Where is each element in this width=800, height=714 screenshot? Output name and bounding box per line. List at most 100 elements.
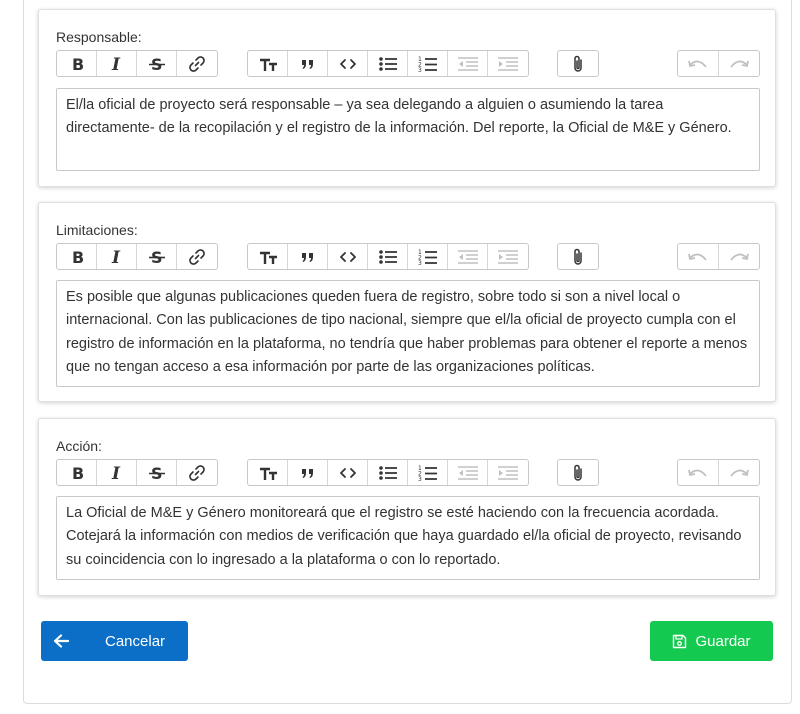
cancel-button[interactable]: Cancelar xyxy=(41,621,188,661)
increase-indent-button[interactable] xyxy=(488,51,528,76)
decrease-indent-button[interactable] xyxy=(448,51,488,76)
bullet-list-button[interactable] xyxy=(368,244,408,269)
attach-button[interactable] xyxy=(558,460,598,485)
increase-indent-icon xyxy=(498,249,518,264)
redo-icon xyxy=(730,60,749,68)
undo-button[interactable] xyxy=(678,244,719,269)
increase-indent-button[interactable] xyxy=(488,460,528,485)
link-icon xyxy=(189,55,205,72)
bullet-list-icon xyxy=(378,249,397,264)
code-icon xyxy=(339,58,356,69)
svg-text:I: I xyxy=(111,56,121,72)
link-icon xyxy=(189,464,205,481)
bold-button[interactable]: B xyxy=(57,460,97,485)
redo-icon xyxy=(730,469,749,477)
undo-icon xyxy=(687,469,707,477)
code-button[interactable] xyxy=(328,51,368,76)
italic-button[interactable]: I xyxy=(97,51,137,76)
quote-button[interactable] xyxy=(288,244,328,269)
svg-text:3: 3 xyxy=(418,67,422,73)
increase-indent-icon xyxy=(498,465,518,480)
rich-text-editor[interactable]: Es posible que algunas publicaciones que… xyxy=(56,280,760,387)
attach-icon xyxy=(574,464,582,481)
bullet-list-button[interactable] xyxy=(368,460,408,485)
redo-button[interactable] xyxy=(719,460,760,485)
attach-icon xyxy=(574,248,582,265)
heading-button[interactable] xyxy=(248,460,288,485)
rich-text-editor[interactable]: El/la oficial de proyecto será responsab… xyxy=(56,88,760,171)
code-icon xyxy=(339,251,356,262)
redo-button[interactable] xyxy=(719,51,760,76)
decrease-indent-button[interactable] xyxy=(448,244,488,269)
bullet-list-icon xyxy=(378,465,397,480)
quote-icon xyxy=(301,468,313,478)
bold-button[interactable]: B xyxy=(57,51,97,76)
bullet-list-button[interactable] xyxy=(368,51,408,76)
section-limitaciones: Limitaciones: B I S 123 Es posible que a… xyxy=(38,202,776,402)
undo-button[interactable] xyxy=(678,460,719,485)
italic-icon: I xyxy=(111,56,121,72)
svg-text:B: B xyxy=(72,249,84,265)
italic-icon: I xyxy=(111,249,121,265)
heading-icon xyxy=(259,251,277,264)
undo-button[interactable] xyxy=(678,51,719,76)
decrease-indent-button[interactable] xyxy=(448,460,488,485)
strikethrough-button[interactable]: S xyxy=(137,244,177,269)
quote-button[interactable] xyxy=(288,51,328,76)
undo-icon xyxy=(687,253,707,261)
increase-indent-button[interactable] xyxy=(488,244,528,269)
redo-button[interactable] xyxy=(719,244,760,269)
italic-button[interactable]: I xyxy=(97,244,137,269)
field-label: Responsable: xyxy=(56,29,142,45)
attach-button[interactable] xyxy=(558,244,598,269)
italic-button[interactable]: I xyxy=(97,460,137,485)
numbered-list-icon: 123 xyxy=(418,56,437,73)
strikethrough-icon: S xyxy=(148,465,165,481)
strikethrough-button[interactable]: S xyxy=(137,460,177,485)
heading-icon xyxy=(259,58,277,71)
floppy-disk-icon xyxy=(672,634,687,649)
redo-icon xyxy=(730,253,749,261)
quote-icon xyxy=(301,252,313,262)
bold-icon: B xyxy=(72,465,84,481)
code-button[interactable] xyxy=(328,460,368,485)
decrease-indent-icon xyxy=(457,249,478,264)
bold-icon: B xyxy=(72,56,84,72)
code-button[interactable] xyxy=(328,244,368,269)
section-accion: Acción: B I S 123 La Oficial de M&E y Gé… xyxy=(38,418,776,596)
section-responsable: Responsable: B I S 123 El/la oficial de … xyxy=(38,9,776,187)
heading-button[interactable] xyxy=(248,244,288,269)
heading-icon xyxy=(259,467,277,480)
rich-text-editor[interactable]: La Oficial de M&E y Género monitoreará q… xyxy=(56,496,760,580)
link-icon xyxy=(189,248,205,265)
numbered-list-button[interactable]: 123 xyxy=(408,460,448,485)
svg-text:B: B xyxy=(72,56,84,72)
decrease-indent-icon xyxy=(457,56,478,71)
svg-text:B: B xyxy=(72,465,84,481)
svg-text:I: I xyxy=(111,249,121,265)
numbered-list-button[interactable]: 123 xyxy=(408,244,448,269)
save-label: Guardar xyxy=(695,632,751,650)
numbered-list-button[interactable]: 123 xyxy=(408,51,448,76)
link-button[interactable] xyxy=(177,460,217,485)
arrow-left-icon xyxy=(41,621,81,661)
bold-button[interactable]: B xyxy=(57,244,97,269)
quote-button[interactable] xyxy=(288,460,328,485)
heading-button[interactable] xyxy=(248,51,288,76)
save-button[interactable]: Guardar xyxy=(650,621,773,661)
undo-icon xyxy=(687,60,707,68)
link-button[interactable] xyxy=(177,51,217,76)
attach-icon xyxy=(574,55,582,72)
quote-icon xyxy=(301,59,313,69)
strikethrough-icon: S xyxy=(148,249,165,265)
link-button[interactable] xyxy=(177,244,217,269)
strikethrough-button[interactable]: S xyxy=(137,51,177,76)
attach-button[interactable] xyxy=(558,51,598,76)
decrease-indent-icon xyxy=(457,465,478,480)
field-label: Limitaciones: xyxy=(56,222,138,238)
numbered-list-icon: 123 xyxy=(418,465,437,482)
bold-icon: B xyxy=(72,249,84,265)
field-label: Acción: xyxy=(56,438,102,454)
svg-text:I: I xyxy=(111,465,121,481)
increase-indent-icon xyxy=(498,56,518,71)
